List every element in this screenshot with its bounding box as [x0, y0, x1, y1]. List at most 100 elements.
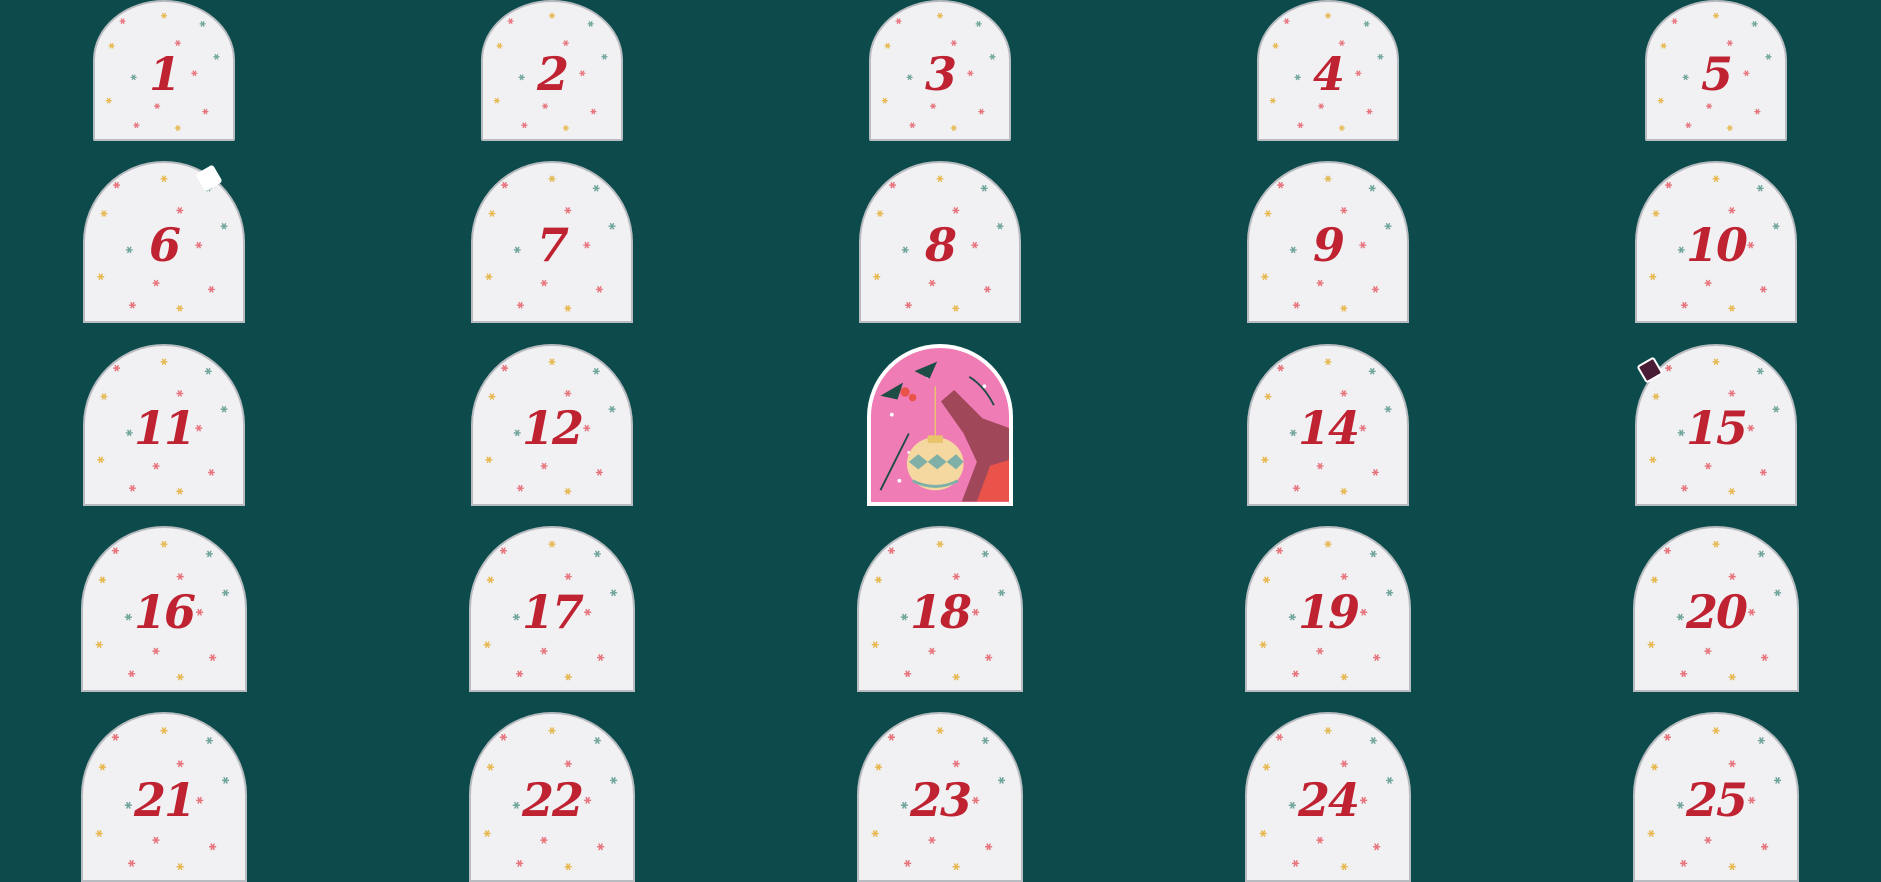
snowflake-icon: [98, 763, 107, 771]
calendar-door-14[interactable]: 14: [1247, 344, 1409, 506]
snowflake-icon: [1726, 40, 1733, 47]
snowflake-icon: [548, 175, 556, 183]
calendar-door-1[interactable]: 1: [93, 0, 235, 141]
snowflake-icon: [1680, 301, 1688, 309]
snowflake-icon: [564, 390, 572, 397]
snowflake-icon: [176, 760, 184, 768]
snowflake-icon: [128, 484, 136, 492]
snowflake-icon: [176, 863, 184, 871]
snowflake-icon: [97, 456, 105, 464]
snowflake-icon: [488, 210, 496, 217]
snowflake-icon: [1712, 358, 1720, 366]
snowflake-icon: [904, 670, 912, 678]
snowflake-icon: [1665, 181, 1673, 189]
door-number: 2: [536, 46, 569, 101]
calendar-door-10[interactable]: 10: [1635, 161, 1797, 323]
snowflake-icon: [936, 12, 944, 19]
calendar-door-3[interactable]: 3: [869, 0, 1011, 141]
door-number: 24: [1297, 772, 1360, 827]
snowflake-icon: [1712, 175, 1720, 183]
snowflake-icon: [516, 484, 524, 492]
calendar-door-5[interactable]: 5: [1645, 0, 1787, 141]
snowflake-icon: [1663, 733, 1671, 741]
snowflake-icon: [950, 40, 957, 47]
calendar-door-7[interactable]: 7: [471, 161, 633, 323]
snowflake-icon: [928, 836, 936, 844]
snowflake-icon: [516, 301, 524, 309]
calendar-door-19[interactable]: 19: [1245, 526, 1411, 692]
door-number: 5: [1700, 46, 1733, 101]
snowflake-icon: [1759, 286, 1767, 293]
snowflake-icon: [488, 393, 496, 400]
snowflake-icon: [1728, 760, 1736, 768]
calendar-door-8[interactable]: 8: [859, 161, 1021, 323]
snowflake-icon: [119, 18, 126, 25]
snowflake-icon: [904, 859, 912, 867]
calendar-door-25[interactable]: 25: [1633, 712, 1799, 882]
snowflake-icon: [595, 286, 603, 293]
calendar-door-11[interactable]: 11: [83, 344, 245, 506]
snowflake-icon: [1340, 760, 1348, 768]
snowflake-icon: [1649, 273, 1657, 281]
calendar-door-17[interactable]: 17: [469, 526, 635, 692]
calendar-door-4[interactable]: 4: [1257, 0, 1399, 141]
calendar-door-20[interactable]: 20: [1633, 526, 1799, 692]
calendar-door-9[interactable]: 9: [1247, 161, 1409, 323]
snowflake-icon: [1259, 829, 1267, 838]
snowflake-icon: [485, 273, 493, 281]
snowflake-icon: [1316, 836, 1324, 844]
snowflake-icon: [496, 42, 503, 49]
door-number: 11: [133, 400, 196, 455]
snowflake-icon: [592, 184, 600, 192]
snowflake-icon: [540, 462, 548, 470]
calendar-door-21[interactable]: 21: [81, 712, 247, 882]
snowflake-icon: [1759, 469, 1767, 476]
snowflake-icon: [952, 863, 960, 871]
snowflake-icon: [105, 97, 112, 104]
snowflake-icon: [1368, 184, 1376, 192]
door-number: 16: [133, 584, 196, 639]
snowflake-icon: [871, 829, 879, 838]
calendar-door-13-opened[interactable]: [867, 344, 1013, 506]
snowflake-icon: [930, 103, 937, 110]
snowflake-icon: [111, 733, 119, 741]
snowflake-icon: [97, 273, 105, 281]
snowflake-icon: [975, 21, 982, 27]
snowflake-icon: [1283, 18, 1290, 25]
snowflake-icon: [152, 279, 160, 287]
snowflake-icon: [174, 125, 181, 131]
snowflake-icon: [209, 843, 217, 851]
snowflake-icon: [1650, 576, 1659, 584]
snowflake-icon: [1340, 573, 1348, 581]
snowflake-icon: [1685, 122, 1692, 129]
snowflake-icon: [1663, 547, 1671, 555]
calendar-door-23[interactable]: 23: [857, 712, 1023, 882]
snowflake-icon: [160, 540, 168, 548]
calendar-door-12[interactable]: 12: [471, 344, 633, 506]
snowflake-icon: [1728, 304, 1736, 312]
snowflake-icon: [152, 836, 160, 844]
calendar-door-24[interactable]: 24: [1245, 712, 1411, 882]
snowflake-icon: [113, 364, 121, 372]
snowflake-icon: [1728, 673, 1736, 681]
calendar-door-22[interactable]: 22: [469, 712, 635, 882]
snowflake-icon: [98, 576, 107, 584]
snowflake-icon: [176, 673, 184, 681]
snowflake-icon: [95, 829, 103, 838]
calendar-door-16[interactable]: 16: [81, 526, 247, 692]
snowflake-icon: [1324, 540, 1332, 548]
snowflake-icon: [1754, 108, 1761, 115]
door-number: 9: [1312, 217, 1345, 272]
snowflake-icon: [160, 12, 168, 19]
snowflake-icon: [483, 641, 491, 649]
snowflake-icon: [1368, 367, 1376, 375]
snowflake-icon: [1264, 210, 1272, 217]
snowflake-icon: [889, 181, 897, 189]
snowflake-icon: [483, 829, 491, 838]
calendar-door-2[interactable]: 2: [481, 0, 623, 141]
snowflake-icon: [202, 108, 209, 115]
calendar-door-18[interactable]: 18: [857, 526, 1023, 692]
snowflake-icon: [548, 358, 556, 366]
snowflake-icon: [593, 550, 601, 558]
calendar-door-6[interactable]: 6: [83, 161, 245, 323]
